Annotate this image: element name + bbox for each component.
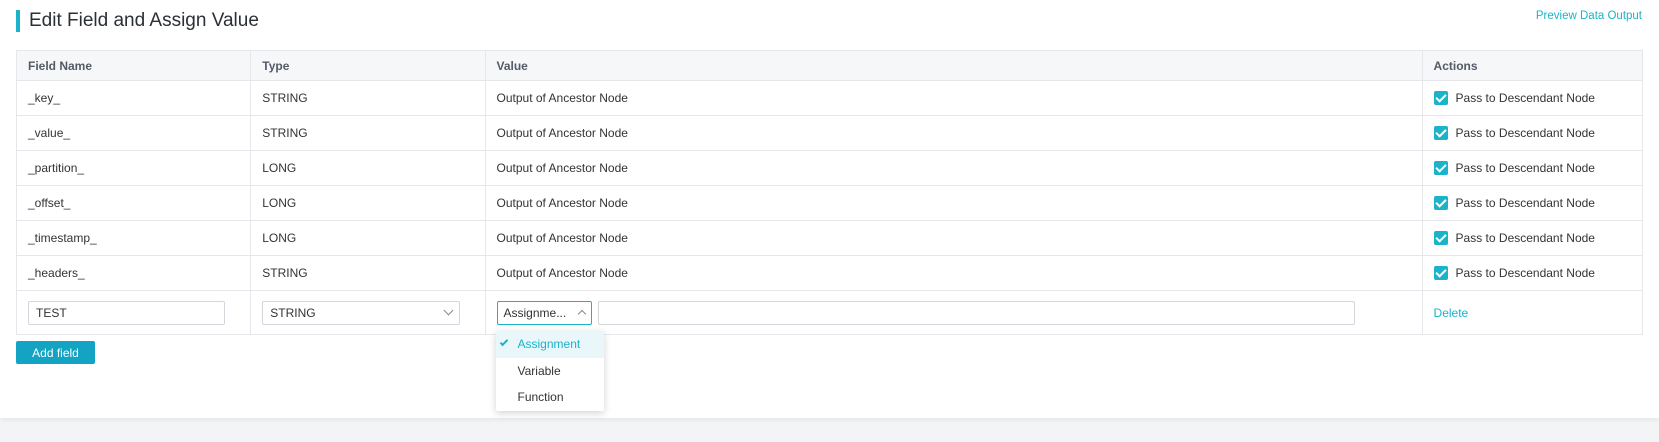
value-cell: Output of Ancestor Node <box>484 115 1423 151</box>
value-cell: Output of Ancestor Node <box>484 80 1423 116</box>
column-header-field-name: Field Name <box>15 50 252 81</box>
pass-to-descendant-checkbox[interactable] <box>1433 126 1448 140</box>
field-name-cell: _value_ <box>15 115 252 151</box>
new-value-cell: Assignme... Assignment Variable Function <box>484 290 1423 411</box>
pass-to-descendant-label: Pass to Descendant Node <box>1455 196 1595 210</box>
type-cell: LONG <box>250 185 486 221</box>
dropdown-option-label: Assignment <box>517 337 581 352</box>
actions-cell: Pass to Descendant Node <box>1421 115 1644 151</box>
pass-to-descendant-toggle[interactable]: Pass to Descendant Node <box>1433 126 1631 140</box>
value-mode-select[interactable]: Assignme... <box>496 300 592 325</box>
new-field-name-cell: TEST <box>15 290 252 335</box>
table-row: _partition_ LONG Output of Ancestor Node… <box>15 150 1644 186</box>
field-name-input[interactable]: TEST <box>28 300 225 325</box>
page-title: Edit Field and Assign Value <box>16 10 259 32</box>
pass-to-descendant-label: Pass to Descendant Node <box>1455 91 1595 105</box>
type-cell: LONG <box>250 220 486 256</box>
type-select-value: STRING <box>270 305 316 320</box>
dropdown-option-variable[interactable]: Variable <box>496 358 604 385</box>
delete-row-link[interactable]: Delete <box>1434 306 1469 320</box>
pass-to-descendant-checkbox[interactable] <box>1433 91 1448 105</box>
field-name-cell: _partition_ <box>15 150 252 186</box>
value-mode-select-value: Assignme... <box>503 305 567 320</box>
pass-to-descendant-label: Pass to Descendant Node <box>1455 231 1595 245</box>
dropdown-option-assignment[interactable]: Assignment <box>495 331 604 358</box>
table-row: _headers_ STRING Output of Ancestor Node… <box>15 255 1644 291</box>
type-select[interactable]: STRING <box>262 300 461 325</box>
field-name-cell: _key_ <box>15 80 252 116</box>
type-cell: STRING <box>250 255 486 291</box>
pass-to-descendant-checkbox[interactable] <box>1433 231 1448 245</box>
pass-to-descendant-label: Pass to Descendant Node <box>1455 266 1595 280</box>
pass-to-descendant-toggle[interactable]: Pass to Descendant Node <box>1433 91 1631 105</box>
type-cell: LONG <box>250 150 486 186</box>
dropdown-option-label: Function <box>517 390 564 405</box>
pass-to-descendant-toggle[interactable]: Pass to Descendant Node <box>1433 266 1631 280</box>
preview-data-output-link[interactable]: Preview Data Output <box>1536 10 1642 22</box>
pass-to-descendant-checkbox[interactable] <box>1433 266 1448 280</box>
edit-field-panel: Edit Field and Assign Value Preview Data… <box>0 0 1659 418</box>
type-cell: STRING <box>250 80 486 116</box>
table-row: _key_ STRING Output of Ancestor Node Pas… <box>15 80 1644 116</box>
pass-to-descendant-label: Pass to Descendant Node <box>1455 161 1595 175</box>
pass-to-descendant-toggle[interactable]: Pass to Descendant Node <box>1433 231 1631 245</box>
actions-cell: Pass to Descendant Node <box>1421 80 1644 116</box>
pass-to-descendant-label: Pass to Descendant Node <box>1455 126 1595 140</box>
type-cell: STRING <box>250 115 486 151</box>
actions-cell: Pass to Descendant Node <box>1421 255 1644 291</box>
value-cell: Output of Ancestor Node <box>484 255 1423 291</box>
dropdown-option-label: Variable <box>517 363 561 378</box>
pass-to-descendant-toggle[interactable]: Pass to Descendant Node <box>1433 196 1631 210</box>
pass-to-descendant-checkbox[interactable] <box>1433 161 1448 175</box>
value-cell: Output of Ancestor Node <box>484 220 1423 256</box>
value-cell: Output of Ancestor Node <box>484 185 1423 221</box>
actions-cell: Pass to Descendant Node <box>1421 150 1644 186</box>
add-field-button[interactable]: Add field <box>16 341 95 364</box>
table-row: _value_ STRING Output of Ancestor Node P… <box>15 115 1644 151</box>
table-header-row: Field Name Type Value Actions <box>15 50 1644 81</box>
value-mode-dropdown: Assignment Variable Function <box>495 331 604 411</box>
value-input[interactable] <box>597 300 1355 325</box>
actions-cell: Pass to Descendant Node <box>1421 220 1644 256</box>
table-row: _timestamp_ LONG Output of Ancestor Node… <box>15 220 1644 256</box>
pass-to-descendant-toggle[interactable]: Pass to Descendant Node <box>1433 161 1631 175</box>
chevron-up-icon <box>577 309 586 319</box>
chevron-down-icon <box>443 305 454 316</box>
value-cell: Output of Ancestor Node <box>484 150 1423 186</box>
fields-table: Field Name Type Value Actions _key_ STRI… <box>15 50 1644 411</box>
column-header-type: Type <box>250 50 486 81</box>
field-name-cell: _timestamp_ <box>15 220 252 256</box>
value-controls: Assignme... <box>496 300 1411 325</box>
field-name-cell: _headers_ <box>15 255 252 291</box>
column-header-value: Value <box>484 50 1423 81</box>
check-icon <box>499 337 508 347</box>
dropdown-option-function[interactable]: Function <box>496 384 604 411</box>
actions-cell: Pass to Descendant Node <box>1421 185 1644 221</box>
table-row: _offset_ LONG Output of Ancestor Node Pa… <box>15 185 1644 221</box>
new-type-cell: STRING <box>250 290 486 335</box>
pass-to-descendant-checkbox[interactable] <box>1433 196 1448 210</box>
field-name-cell: _offset_ <box>15 185 252 221</box>
new-field-row: TEST STRING Assignme... Assignment Varia… <box>15 290 1644 411</box>
column-header-actions: Actions <box>1421 50 1644 81</box>
new-actions-cell: Delete <box>1421 290 1644 335</box>
